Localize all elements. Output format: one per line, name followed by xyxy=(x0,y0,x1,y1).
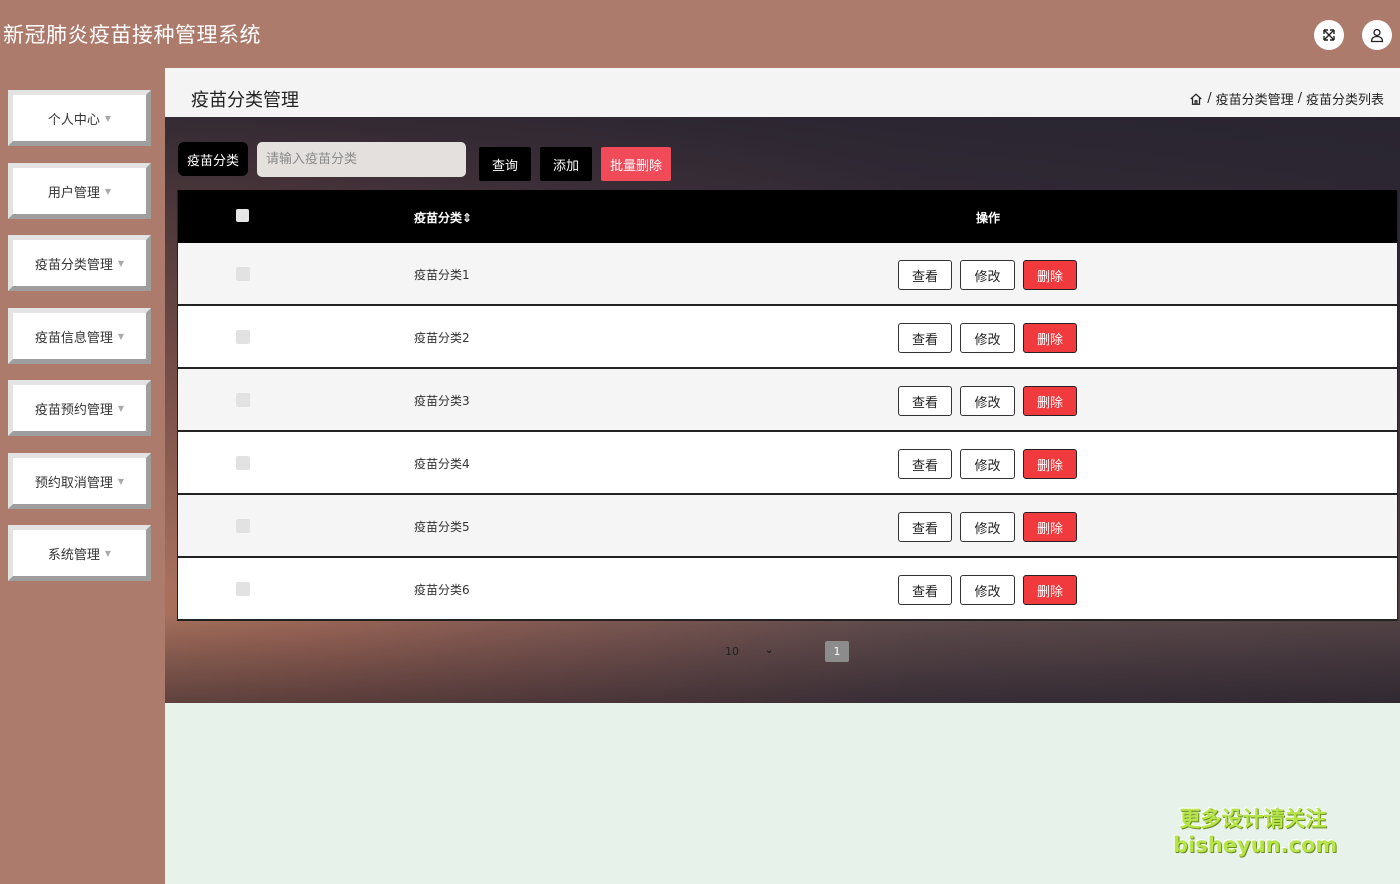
delete-button[interactable]: 删除 xyxy=(1023,323,1077,353)
sidebar-item-label: 疫苗分类管理 xyxy=(34,257,113,273)
sidebar: 个人中心 ▼ 用户管理 ▼ 疫苗分类管理 ▼ 疫苗信息管理 ▼ 疫苗预约管理 ▼ 预约取消… xyxy=(0,68,165,884)
sidebar-item-label: 疫苗预约管理 xyxy=(34,402,113,418)
sidebar-item-label: 个人中心 xyxy=(47,112,100,128)
sidebar-item-vaccine-info[interactable]: 疫苗信息管理 ▼ xyxy=(8,308,151,364)
column-header-category[interactable]: 疫苗分类⇕ xyxy=(414,209,472,226)
add-button[interactable]: 添加 xyxy=(540,147,592,181)
caret-down-icon: ▼ xyxy=(104,186,112,196)
row-checkbox[interactable] xyxy=(236,393,250,407)
table-row: 疫苗分类6 查看 修改 删除 xyxy=(178,558,1397,621)
sidebar-item-system[interactable]: 系统管理 ▼ xyxy=(8,525,151,581)
caret-down-icon: ▼ xyxy=(117,403,125,413)
breadcrumb: / 疫苗分类管理 / 疫苗分类列表 xyxy=(1189,89,1384,108)
column-header-actions: 操作 xyxy=(976,211,1001,225)
watermark-line: 更多设计请关注 xyxy=(1179,807,1327,831)
select-all-checkbox[interactable] xyxy=(236,209,249,222)
edit-button[interactable]: 修改 xyxy=(960,323,1015,353)
table-row: 疫苗分类1 查看 修改 删除 xyxy=(178,243,1397,306)
table-header: 疫苗分类⇕ 操作 xyxy=(178,190,1397,243)
caret-down-icon: ▼ xyxy=(104,113,112,123)
caret-down-icon: ▼ xyxy=(117,258,125,268)
chevron-down-icon[interactable]: ⌄ xyxy=(765,645,773,656)
delete-button[interactable]: 删除 xyxy=(1023,260,1077,290)
edit-button[interactable]: 修改 xyxy=(960,512,1015,542)
watermark: 更多设计请关注 bisheyun.com xyxy=(1173,806,1338,858)
edit-button[interactable]: 修改 xyxy=(960,386,1015,416)
sidebar-item-label: 系统管理 xyxy=(47,547,100,563)
user-icon xyxy=(1370,28,1384,43)
category-name: 疫苗分类2 xyxy=(414,331,470,345)
row-checkbox[interactable] xyxy=(236,519,250,533)
category-name: 疫苗分类3 xyxy=(414,394,470,408)
pagination-current-page[interactable]: 1 xyxy=(825,641,849,662)
delete-button[interactable]: 删除 xyxy=(1023,512,1077,542)
caret-down-icon: ▼ xyxy=(117,476,125,486)
main-content: 疫苗分类管理 / 疫苗分类管理 / 疫苗分类列表 疫苗分类 查询 添加 批量删除… xyxy=(165,68,1400,884)
sidebar-item-label: 疫苗信息管理 xyxy=(34,330,113,346)
search-input[interactable] xyxy=(257,142,466,177)
app-title: 新冠肺炎疫苗接种管理系统 xyxy=(3,23,261,47)
table-row: 疫苗分类5 查看 修改 删除 xyxy=(178,495,1397,558)
top-header: 新冠肺炎疫苗接种管理系统 xyxy=(0,0,1400,68)
fullscreen-button[interactable] xyxy=(1314,20,1344,50)
table-row: 疫苗分类3 查看 修改 删除 xyxy=(178,369,1397,432)
search-label: 疫苗分类 xyxy=(178,142,248,176)
delete-button[interactable]: 删除 xyxy=(1023,386,1077,416)
user-menu-button[interactable] xyxy=(1362,20,1392,50)
category-name: 疫苗分类5 xyxy=(414,520,470,534)
sidebar-item-vaccine-appointment[interactable]: 疫苗预约管理 ▼ xyxy=(8,380,151,436)
sidebar-item-personal-center[interactable]: 个人中心 ▼ xyxy=(8,90,151,146)
page-title: 疫苗分类管理 xyxy=(191,90,299,111)
query-button[interactable]: 查询 xyxy=(479,147,531,181)
title-bar: 疫苗分类管理 / 疫苗分类管理 / 疫苗分类列表 xyxy=(165,68,1400,117)
sort-icon[interactable]: ⇕ xyxy=(462,211,472,225)
caret-down-icon: ▼ xyxy=(104,548,112,558)
vaccine-category-table: 疫苗分类⇕ 操作 疫苗分类1 查看 修改 删除 疫苗分类2 查看 修改 删除 疫… xyxy=(177,190,1398,621)
row-checkbox[interactable] xyxy=(236,456,250,470)
breadcrumb-separator: / xyxy=(1297,91,1302,106)
row-checkbox[interactable] xyxy=(236,267,250,281)
category-name: 疫苗分类1 xyxy=(414,268,470,282)
page-size-select[interactable]: 10 xyxy=(725,645,739,658)
row-checkbox[interactable] xyxy=(236,582,250,596)
view-button[interactable]: 查看 xyxy=(898,449,952,479)
watermark-line: bisheyun.com xyxy=(1173,833,1338,857)
delete-button[interactable]: 删除 xyxy=(1023,575,1077,605)
table-row: 疫苗分类2 查看 修改 删除 xyxy=(178,306,1397,369)
edit-button[interactable]: 修改 xyxy=(960,449,1015,479)
home-icon[interactable] xyxy=(1189,92,1203,106)
category-name: 疫苗分类6 xyxy=(414,583,470,597)
breadcrumb-item[interactable]: 疫苗分类管理 xyxy=(1216,89,1294,108)
sidebar-item-label: 预约取消管理 xyxy=(34,475,113,491)
edit-button[interactable]: 修改 xyxy=(960,575,1015,605)
expand-arrows-icon xyxy=(1323,29,1335,41)
breadcrumb-separator: / xyxy=(1207,91,1212,106)
delete-button[interactable]: 删除 xyxy=(1023,449,1077,479)
view-button[interactable]: 查看 xyxy=(898,323,952,353)
sidebar-item-appointment-cancel[interactable]: 预约取消管理 ▼ xyxy=(8,453,151,509)
view-button[interactable]: 查看 xyxy=(898,575,952,605)
view-button[interactable]: 查看 xyxy=(898,512,952,542)
batch-delete-button[interactable]: 批量删除 xyxy=(601,147,671,181)
sidebar-item-vaccine-category[interactable]: 疫苗分类管理 ▼ xyxy=(8,235,151,291)
edit-button[interactable]: 修改 xyxy=(960,260,1015,290)
view-button[interactable]: 查看 xyxy=(898,260,952,290)
category-name: 疫苗分类4 xyxy=(414,457,470,471)
breadcrumb-item-current: 疫苗分类列表 xyxy=(1305,93,1384,108)
column-header-label: 疫苗分类 xyxy=(414,211,463,225)
sidebar-item-user-management[interactable]: 用户管理 ▼ xyxy=(8,163,151,219)
view-button[interactable]: 查看 xyxy=(898,386,952,416)
table-row: 疫苗分类4 查看 修改 删除 xyxy=(178,432,1397,495)
row-checkbox[interactable] xyxy=(236,330,250,344)
sidebar-item-label: 用户管理 xyxy=(47,185,100,201)
caret-down-icon: ▼ xyxy=(117,331,125,341)
